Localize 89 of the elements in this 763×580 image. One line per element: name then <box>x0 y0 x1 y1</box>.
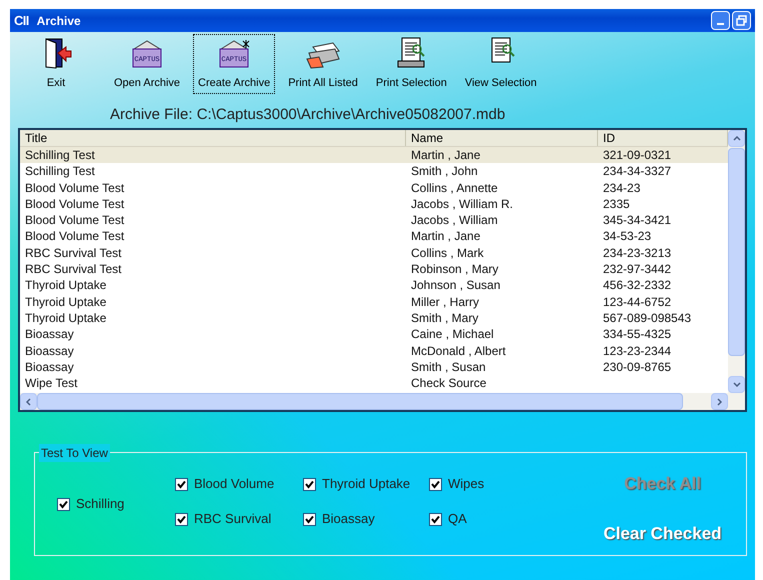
table-cell-text: Schilling Test <box>24 147 96 164</box>
checkbox-label: Blood Volume <box>194 475 274 494</box>
table-cell-text: Bioassay <box>24 326 75 343</box>
restore-button[interactable] <box>732 11 751 30</box>
table-cell-text: Wipe Test <box>24 375 78 392</box>
table-cell-text: 567-089-098543 <box>602 310 692 326</box>
table-cell-text: 456-32-2332 <box>602 277 672 294</box>
table-row[interactable]: Bioassay Smith , Susan 230-09-8765 <box>20 358 728 376</box>
horizontal-scrollbar[interactable] <box>20 393 745 410</box>
toolbar-button[interactable]: Print Selection <box>372 35 451 93</box>
window-title: Archive <box>36 12 81 30</box>
table-cell-text: 123-23-2344 <box>602 342 672 359</box>
table-cell-text: Blood Volume Test <box>24 228 126 245</box>
checkbox-label: QA <box>448 510 467 528</box>
vertical-scrollbar[interactable] <box>728 130 745 393</box>
table-cell-text: Blood Volume Test <box>24 180 126 196</box>
printed-document-icon <box>395 37 428 69</box>
table-cell-text: 230-09-8765 <box>602 358 672 376</box>
table-row[interactable]: RBC Survival Test Robinson , Mary 232-97-3442 <box>20 261 728 278</box>
table-cell-text: Jacobs , William R. <box>410 196 514 212</box>
table-cell-text: Smith , John <box>410 163 479 180</box>
table-row[interactable]: RBC Survival Test Collins , Mark 234-23-3213 <box>20 244 728 262</box>
table-cell-text: Blood Volume Test <box>24 196 126 212</box>
table-cell-text: Miller , Harry <box>410 294 480 310</box>
minimize-button[interactable] <box>711 11 730 30</box>
column-header[interactable]: Name <box>406 130 598 146</box>
toolbar-button[interactable]: Print All Listed <box>284 35 362 93</box>
table-row[interactable]: Bioassay McDonald , Albert 123-23-2344 <box>20 342 728 359</box>
table-cell-text: Collins , Mark <box>410 244 485 262</box>
archive-file-path: Archive File: C:\Captus3000\Archive\Archive05082007.mdb <box>110 105 506 125</box>
table-cell-text: RBC Survival Test <box>24 261 122 278</box>
table-cell-text: 334-55-4325 <box>602 326 672 343</box>
checkbox[interactable] <box>429 512 442 526</box>
table-row[interactable]: Blood Volume Test Martin , Jane 34-53-23 <box>20 228 728 245</box>
table-row[interactable]: Schilling Test Smith , John 234-34-3327 <box>20 163 728 180</box>
checkbox[interactable] <box>175 478 188 490</box>
toolbar-button[interactable]: Exit <box>32 35 80 93</box>
table-cell-text: RBC Survival Test <box>24 244 122 262</box>
checkbox-label: Bioassay <box>322 510 375 528</box>
checkbox-label: Schilling <box>76 495 124 514</box>
table-cell-text: Bioassay <box>24 342 75 359</box>
table-row[interactable]: Blood Volume Test Collins , Annette 234-23 <box>20 180 728 196</box>
table-cell-text: Collins , Annette <box>410 180 499 196</box>
table-cell-text: Smith , Mary <box>410 310 480 326</box>
table-cell-text: Johnson , Susan <box>410 277 502 294</box>
checkbox-label: Thyroid Uptake <box>322 475 410 494</box>
table-row[interactable]: Thyroid Uptake Miller , Harry 123-44-6752 <box>20 294 728 310</box>
table-cell-text: Blood Volume Test <box>24 212 126 228</box>
restore-icon <box>736 15 747 26</box>
table-row[interactable]: Thyroid Uptake Smith , Mary 567-089-098543 <box>20 310 728 326</box>
table-cell-text: 232-97-3442 <box>602 261 672 278</box>
checkbox[interactable] <box>303 478 316 490</box>
table-cell-text: 345-34-3421 <box>602 212 672 228</box>
table-row[interactable]: Blood Volume Test Jacobs , William R. 2335 <box>20 196 728 212</box>
checkbox-label: Wipes <box>448 475 484 494</box>
checkbox[interactable] <box>303 512 316 526</box>
table-row[interactable]: Blood Volume Test Jacobs , William 345-34-3421 <box>20 212 728 228</box>
table-cell-text: 123-44-6752 <box>602 294 672 310</box>
table-cell-text: Check Source <box>410 375 488 392</box>
table-cell-text: Thyroid Uptake <box>24 310 108 326</box>
table-cell-text: McDonald , Albert <box>410 342 507 359</box>
table-cell-text: 234-34-3327 <box>602 163 672 180</box>
table-row[interactable]: Schilling Test Martin , Jane 321-09-0321 <box>20 147 728 164</box>
table-cell-text: 234-23-3213 <box>602 244 672 262</box>
checkbox[interactable] <box>57 498 70 510</box>
table-cell-text: Jacobs , William <box>410 212 499 228</box>
table-cell-text: 34-53-23 <box>602 228 652 245</box>
checkbox-label: RBC Survival <box>194 510 272 528</box>
table-cell-text: 234-23 <box>602 180 642 196</box>
app-logo: CII <box>14 12 29 30</box>
table-cell-text: Martin , Jane <box>410 147 482 164</box>
checkbox[interactable] <box>429 478 442 490</box>
table-cell-text: Smith , Susan <box>410 358 487 376</box>
table-row[interactable]: Wipe Test Check Source <box>20 375 728 392</box>
table-cell-text: Schilling Test <box>24 163 96 180</box>
table-cell-text: Robinson , Mary <box>410 261 500 278</box>
table-cell-text: Caine , Michael <box>410 326 495 343</box>
table-cell-text: Martin , Jane <box>410 228 482 245</box>
table-cell-text: Thyroid Uptake <box>24 294 108 310</box>
checkbox[interactable] <box>175 512 188 526</box>
table-cell-text: 321-09-0321 <box>602 147 672 164</box>
table-cell-text: Bioassay <box>24 358 75 376</box>
toolbar-button[interactable]: View Selection <box>460 35 541 93</box>
table-cell-text: 2335 <box>602 196 631 212</box>
table-row[interactable]: Bioassay Caine , Michael 334-55-4325 <box>20 326 728 343</box>
table-cell-text: Thyroid Uptake <box>24 277 108 294</box>
column-header[interactable]: Title <box>20 130 406 146</box>
group-title: Test To View <box>39 444 110 462</box>
table-row[interactable]: Thyroid Uptake Johnson , Susan 456-32-2332 <box>20 277 728 294</box>
